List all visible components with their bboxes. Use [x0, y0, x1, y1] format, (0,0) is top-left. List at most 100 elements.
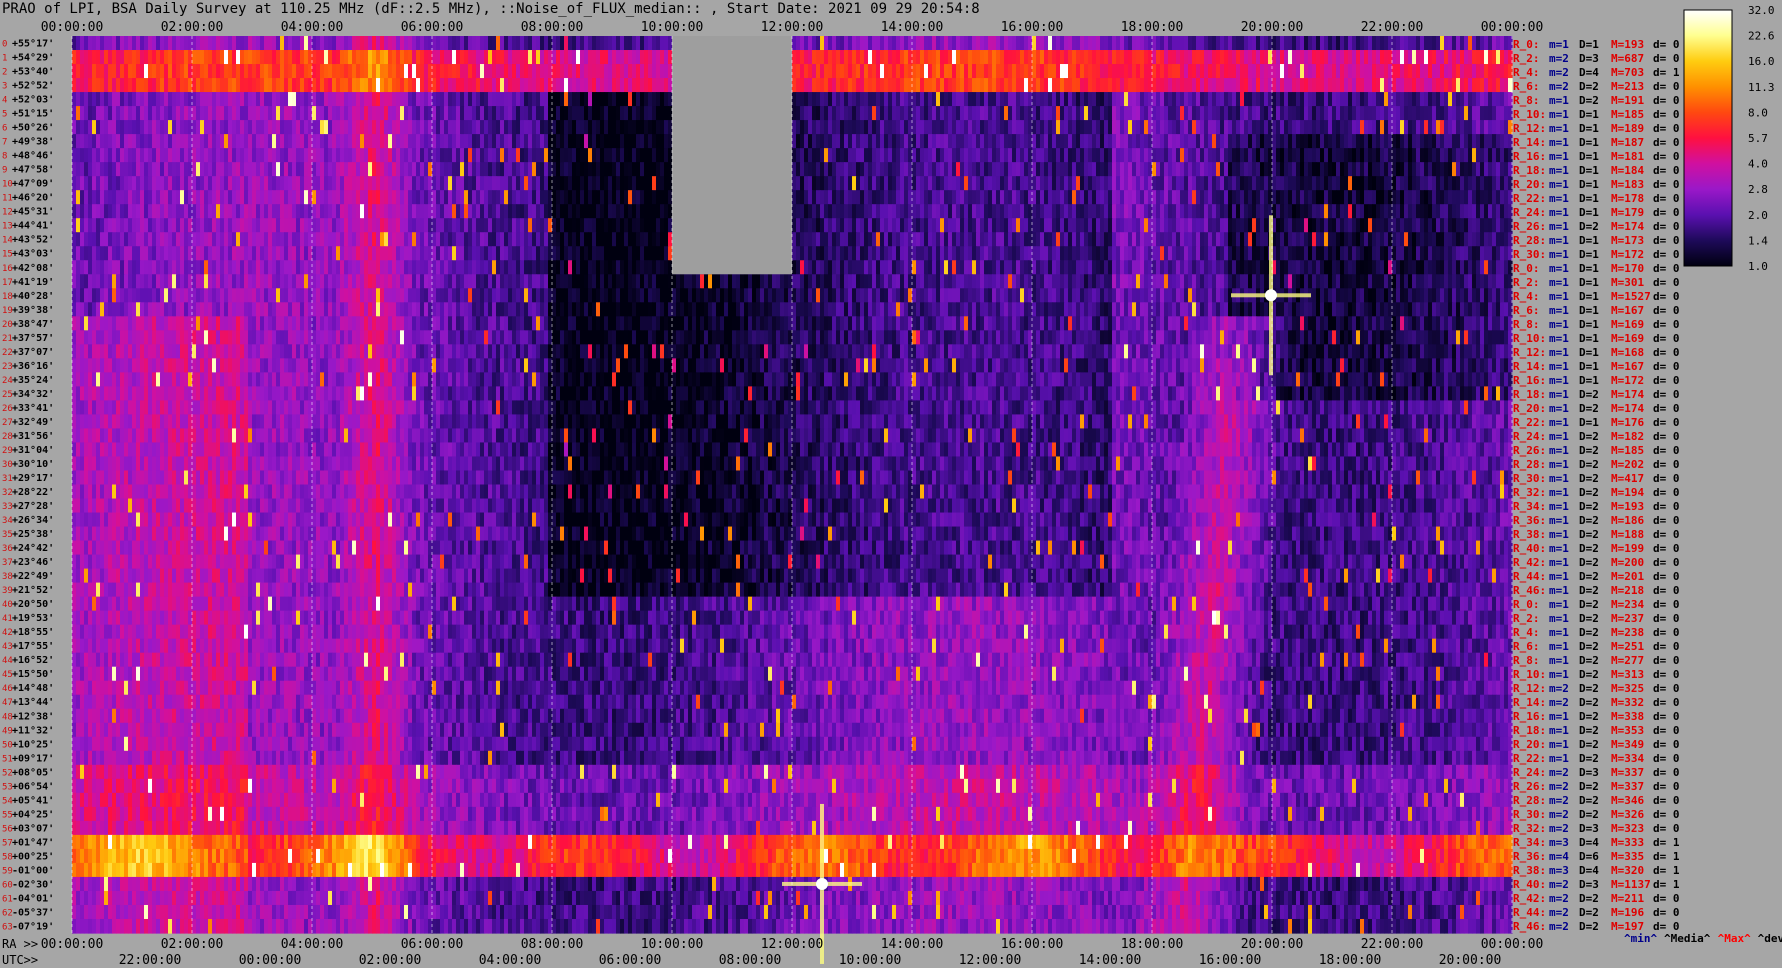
heatmap-cell: [820, 106, 825, 121]
heatmap-cell: [1392, 176, 1397, 191]
heatmap-cell: [540, 120, 545, 135]
heatmap-cell: [1404, 218, 1409, 233]
heatmap-cell: [248, 36, 253, 51]
heatmap-cell: [1140, 78, 1145, 93]
heatmap-cell: [132, 218, 137, 233]
heatmap-cell: [1348, 148, 1353, 163]
heatmap-cell: [112, 78, 117, 93]
heatmap-cell: [132, 246, 137, 261]
heatmap-cell: [1436, 204, 1441, 219]
heatmap-cell: [372, 204, 377, 219]
heatmap-cell: [100, 78, 105, 93]
heatmap-cell: [1180, 190, 1185, 205]
heatmap-cell: [320, 218, 325, 233]
heatmap-cell: [536, 106, 541, 121]
heatmap-cell: [248, 120, 253, 135]
heatmap-cell: [640, 64, 645, 79]
heatmap-cell: [872, 134, 877, 149]
heatmap-cell: [596, 162, 601, 177]
heatmap-cell: [1016, 50, 1021, 65]
heatmap-cell: [952, 162, 957, 177]
heatmap-cell: [396, 162, 401, 177]
heatmap-cell: [1380, 106, 1385, 121]
heatmap-cell: [344, 50, 349, 65]
heatmap-cell: [1200, 120, 1205, 135]
heatmap-cell: [304, 190, 309, 205]
heatmap-cell: [944, 190, 949, 205]
heatmap-cell: [1228, 190, 1233, 205]
heatmap-cell: [1004, 50, 1009, 65]
heatmap-cell: [616, 134, 621, 149]
heatmap-cell: [196, 92, 201, 107]
heatmap-cell: [932, 106, 937, 121]
heatmap-cell: [800, 218, 805, 233]
heatmap-cell: [152, 78, 157, 93]
heatmap-cell: [656, 106, 661, 121]
heatmap-cell: [532, 176, 537, 191]
heatmap-cell: [1036, 134, 1041, 149]
heatmap-cell: [872, 106, 877, 121]
heatmap-cell: [268, 190, 273, 205]
heatmap-cell: [1152, 120, 1157, 135]
heatmap-cell: [1168, 176, 1173, 191]
heatmap-cell: [116, 134, 121, 149]
heatmap-cell: [356, 78, 361, 93]
heatmap-cell: [944, 232, 949, 247]
heatmap-cell: [1324, 50, 1329, 65]
heatmap-cell: [852, 134, 857, 149]
heatmap-cell: [384, 92, 389, 107]
heatmap-cell: [200, 246, 205, 261]
heatmap-cell: [320, 92, 325, 107]
heatmap-cell: [1184, 106, 1189, 121]
heatmap-cell: [1112, 50, 1117, 65]
heatmap-cell: [1152, 50, 1157, 65]
heatmap-cell: [832, 134, 837, 149]
heatmap-cell: [648, 190, 653, 205]
heatmap-cell: [1164, 134, 1169, 149]
heatmap-cell: [132, 92, 137, 107]
heatmap-cell: [596, 120, 601, 135]
heatmap-cell: [1348, 162, 1353, 177]
heatmap-cell: [1144, 218, 1149, 233]
heatmap-cell: [288, 148, 293, 163]
heatmap-cell: [116, 120, 121, 135]
heatmap-cell: [1108, 204, 1113, 219]
heatmap-cell: [72, 78, 77, 93]
heatmap-cell: [1172, 134, 1177, 149]
heatmap-cell: [884, 120, 889, 135]
heatmap-cell: [600, 64, 605, 79]
heatmap-cell: [416, 120, 421, 135]
heatmap-cell: [1060, 92, 1065, 107]
heatmap-cell: [280, 106, 285, 121]
heatmap-cell: [1140, 36, 1145, 51]
heatmap-cell: [1140, 106, 1145, 121]
heatmap-cell: [1368, 120, 1373, 135]
heatmap-cell: [100, 148, 105, 163]
heatmap-cell: [1168, 204, 1173, 219]
heatmap-cell: [920, 148, 925, 163]
heatmap-cell: [420, 36, 425, 51]
heatmap-cell: [888, 162, 893, 177]
heatmap-cell: [1136, 232, 1141, 247]
heatmap-cell: [496, 162, 501, 177]
heatmap-cell: [1276, 120, 1281, 135]
heatmap-cell: [440, 120, 445, 135]
heatmap-cell: [1300, 218, 1305, 233]
heatmap-cell: [564, 148, 569, 163]
heatmap-cell: [1380, 64, 1385, 79]
heatmap-cell: [436, 92, 441, 107]
heatmap-cell: [196, 64, 201, 79]
heatmap-cell: [852, 92, 857, 107]
heatmap-cell: [1504, 204, 1509, 219]
heatmap-cell: [312, 204, 317, 219]
heatmap-cell: [588, 232, 593, 247]
heatmap-cell: [1292, 204, 1297, 219]
heatmap-cell: [620, 78, 625, 93]
heatmap-cell: [1340, 232, 1345, 247]
heatmap-cell: [276, 218, 281, 233]
heatmap-cell: [176, 176, 181, 191]
heatmap-cell: [796, 176, 801, 191]
heatmap-cell: [248, 204, 253, 219]
heatmap-cell: [480, 190, 485, 205]
heatmap-cell: [468, 92, 473, 107]
